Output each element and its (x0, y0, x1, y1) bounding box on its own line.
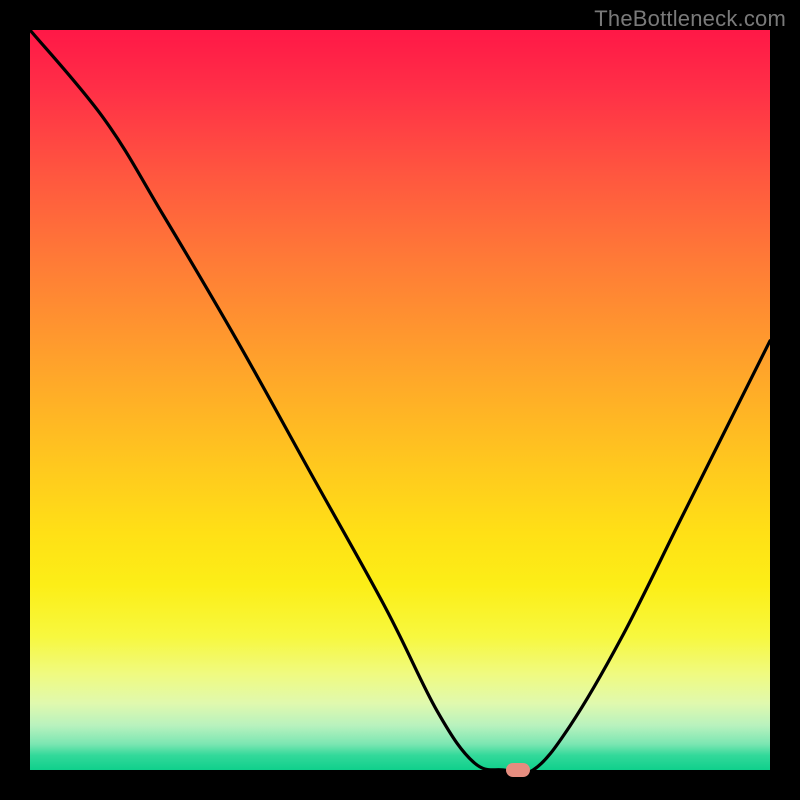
optimal-point-marker (506, 763, 530, 777)
chart-svg (30, 30, 770, 770)
watermark-text: TheBottleneck.com (594, 6, 786, 32)
bottleneck-curve-path (30, 30, 770, 774)
plot-area (30, 30, 770, 770)
